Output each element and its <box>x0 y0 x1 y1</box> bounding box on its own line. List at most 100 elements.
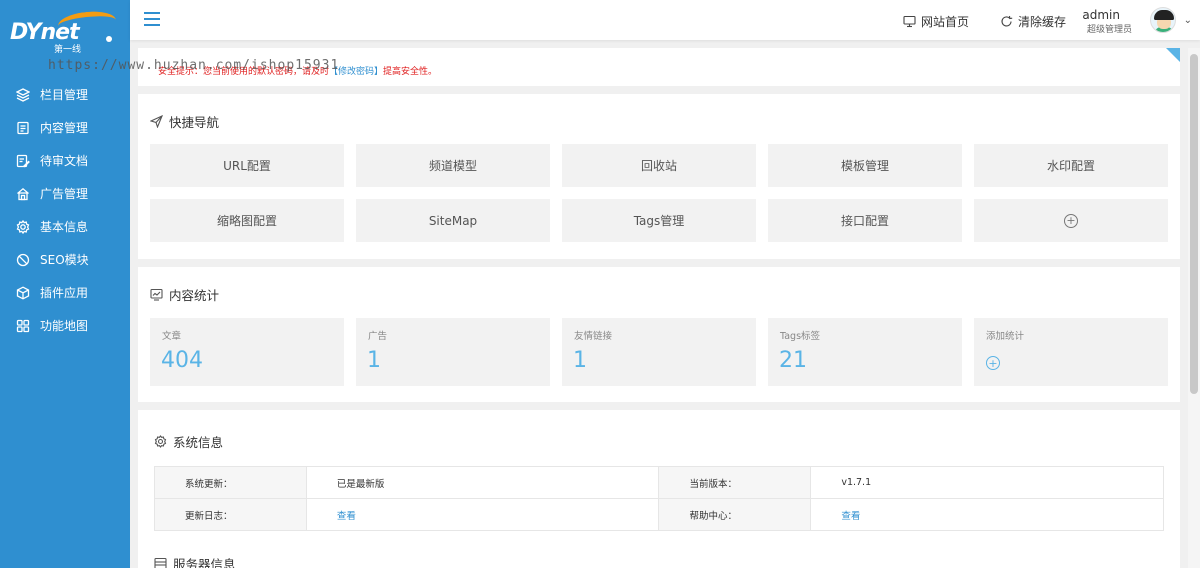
sidebar-item-label: 功能地图 <box>40 319 89 333</box>
gear-icon <box>16 219 30 234</box>
stat-value: 404 <box>161 348 203 373</box>
table-row: 系统更新： 已是最新版 当前版本： v1.7.1 <box>154 466 1164 499</box>
watermark-url: https://www.huzhan.com/ishop15931 <box>48 58 340 73</box>
stat-label: Tags标签 <box>780 331 821 342</box>
stats-title-text: 内容统计 <box>169 288 220 303</box>
site-home-label: 网站首页 <box>921 15 970 29</box>
refresh-icon <box>1001 15 1013 27</box>
quick-add-button[interactable]: + <box>974 199 1168 242</box>
quick-thumbnail-button[interactable]: 缩略图配置 <box>150 199 344 242</box>
table-row: 更新日志： 查看 帮助中心： 查看 <box>154 498 1164 531</box>
chevron-down-icon[interactable]: ⌄ <box>1184 15 1192 26</box>
user-role: 超级管理员 <box>1086 25 1132 35</box>
sidebar-item-ads[interactable]: 广告管理 <box>0 177 130 210</box>
send-icon <box>150 115 163 128</box>
table-cell-value: 查看 <box>305 498 660 531</box>
sidebar-item-plugins[interactable]: 插件应用 <box>0 276 130 309</box>
sidebar-item-label: 插件应用 <box>40 286 89 300</box>
sidebar-item-label: 内容管理 <box>40 121 89 135</box>
sidebar-item-label: SEO模块 <box>40 253 89 267</box>
stat-add[interactable]: 添加统计 + <box>974 318 1168 386</box>
system-info-title: 系统信息 <box>154 432 223 451</box>
quick-channel-model-button[interactable]: 频道模型 <box>356 144 550 187</box>
stat-label: 添加统计 <box>986 331 1025 342</box>
stat-label: 友情链接 <box>574 331 613 342</box>
sidebar-item-content[interactable]: 内容管理 <box>0 111 130 144</box>
avatar[interactable] <box>1150 7 1176 33</box>
help-center-view-link[interactable]: 查看 <box>841 511 860 522</box>
table-cell-label: 系统更新： <box>154 466 307 499</box>
logo[interactable]: DYnet 第一线 <box>10 9 120 55</box>
sidebar-item-label: 广告管理 <box>40 187 89 201</box>
gear-icon <box>154 435 167 448</box>
quick-tags-button[interactable]: Tags管理 <box>562 199 756 242</box>
sidebar: DYnet 第一线 栏目管理 内容管理 待审文档 广告管理 基本信息 SEO模块… <box>0 0 130 568</box>
plus-icon: + <box>1064 213 1078 228</box>
scrollbar[interactable] <box>1188 48 1200 568</box>
sidebar-item-seo[interactable]: SEO模块 <box>0 243 130 276</box>
cube-icon <box>16 285 30 300</box>
chart-icon <box>150 288 163 301</box>
menu-toggle-icon[interactable] <box>144 12 160 26</box>
top-header: 网站首页 清除缓存 admin 超级管理员 ⌄ <box>130 0 1200 40</box>
system-info-table: 系统更新： 已是最新版 当前版本： v1.7.1 更新日志： 查看 帮助中心： … <box>154 466 1164 531</box>
sidebar-item-label: 待审文档 <box>40 154 89 168</box>
notice-text-after: 提高安全性。 <box>383 67 438 77</box>
stat-links[interactable]: 友情链接 1 <box>562 318 756 386</box>
table-cell-value: v1.7.1 <box>810 466 1164 499</box>
sidebar-menu: 栏目管理 内容管理 待审文档 广告管理 基本信息 SEO模块 插件应用 功能地图 <box>0 78 130 342</box>
document-icon <box>16 121 30 135</box>
logo-dot <box>106 36 112 42</box>
stats-title: 内容统计 <box>150 285 219 304</box>
table-cell-label: 当前版本： <box>658 466 812 499</box>
stat-value: 1 <box>573 348 587 373</box>
quick-recycle-bin-button[interactable]: 回收站 <box>562 144 756 187</box>
sidebar-item-feature-map[interactable]: 功能地图 <box>0 309 130 342</box>
quick-nav-title-text: 快捷导航 <box>169 115 220 130</box>
grid-icon <box>16 319 30 333</box>
quick-template-button[interactable]: 模板管理 <box>768 144 962 187</box>
seo-icon <box>16 253 30 267</box>
system-info-title-text: 系统信息 <box>173 435 224 450</box>
table-cell-label: 更新日志： <box>154 498 307 531</box>
server-icon <box>154 557 167 568</box>
main-content: 安全提示：您当前使用的默认密码，请及时【修改密码】提高安全性。 快捷导航 URL… <box>138 48 1180 568</box>
changelog-view-link[interactable]: 查看 <box>337 511 356 522</box>
quick-nav-card: 快捷导航 URL配置 频道模型 回收站 模板管理 水印配置 缩略图配置 Site… <box>138 94 1180 259</box>
sidebar-item-column[interactable]: 栏目管理 <box>0 78 130 111</box>
quick-url-config-button[interactable]: URL配置 <box>150 144 344 187</box>
quick-nav-title: 快捷导航 <box>150 112 219 131</box>
server-info-title-text: 服务器信息 <box>173 557 236 568</box>
stat-tags[interactable]: Tags标签 21 <box>768 318 962 386</box>
clear-cache-link[interactable]: 清除缓存 <box>1000 13 1066 30</box>
clear-cache-label: 清除缓存 <box>1018 15 1067 29</box>
house-icon <box>16 187 30 201</box>
sidebar-item-label: 栏目管理 <box>40 88 89 102</box>
content-stats-card: 内容统计 文章 404 广告 1 友情链接 1 Tags标签 21 添加统计 + <box>138 267 1180 402</box>
logo-subtitle: 第一线 <box>54 45 82 55</box>
quick-sitemap-button[interactable]: SiteMap <box>356 199 550 242</box>
plus-icon[interactable]: + <box>986 356 1000 370</box>
table-cell-label: 帮助中心： <box>658 498 812 531</box>
user-name[interactable]: admin <box>1082 8 1120 22</box>
table-cell-value: 已是最新版 <box>305 466 660 499</box>
sidebar-item-basic-info[interactable]: 基本信息 <box>0 210 130 243</box>
stat-value: 1 <box>367 348 381 373</box>
monitor-icon <box>903 15 916 28</box>
quick-api-config-button[interactable]: 接口配置 <box>768 199 962 242</box>
corner-badge <box>1166 48 1180 62</box>
server-info-title: 服务器信息 <box>154 554 236 568</box>
stat-label: 广告 <box>368 331 388 342</box>
stat-articles[interactable]: 文章 404 <box>150 318 344 386</box>
stat-label: 文章 <box>162 331 182 342</box>
stat-ads[interactable]: 广告 1 <box>356 318 550 386</box>
edit-document-icon <box>16 154 30 168</box>
quick-watermark-button[interactable]: 水印配置 <box>974 144 1168 187</box>
site-home-link[interactable]: 网站首页 <box>903 13 969 30</box>
stat-value: 21 <box>779 348 807 373</box>
sidebar-item-pending[interactable]: 待审文档 <box>0 144 130 177</box>
scrollbar-thumb[interactable] <box>1190 54 1198 394</box>
system-info-card: 系统信息 系统更新： 已是最新版 当前版本： v1.7.1 更新日志： 查看 帮… <box>138 410 1180 568</box>
sidebar-item-label: 基本信息 <box>40 220 89 234</box>
table-cell-value: 查看 <box>810 498 1164 531</box>
